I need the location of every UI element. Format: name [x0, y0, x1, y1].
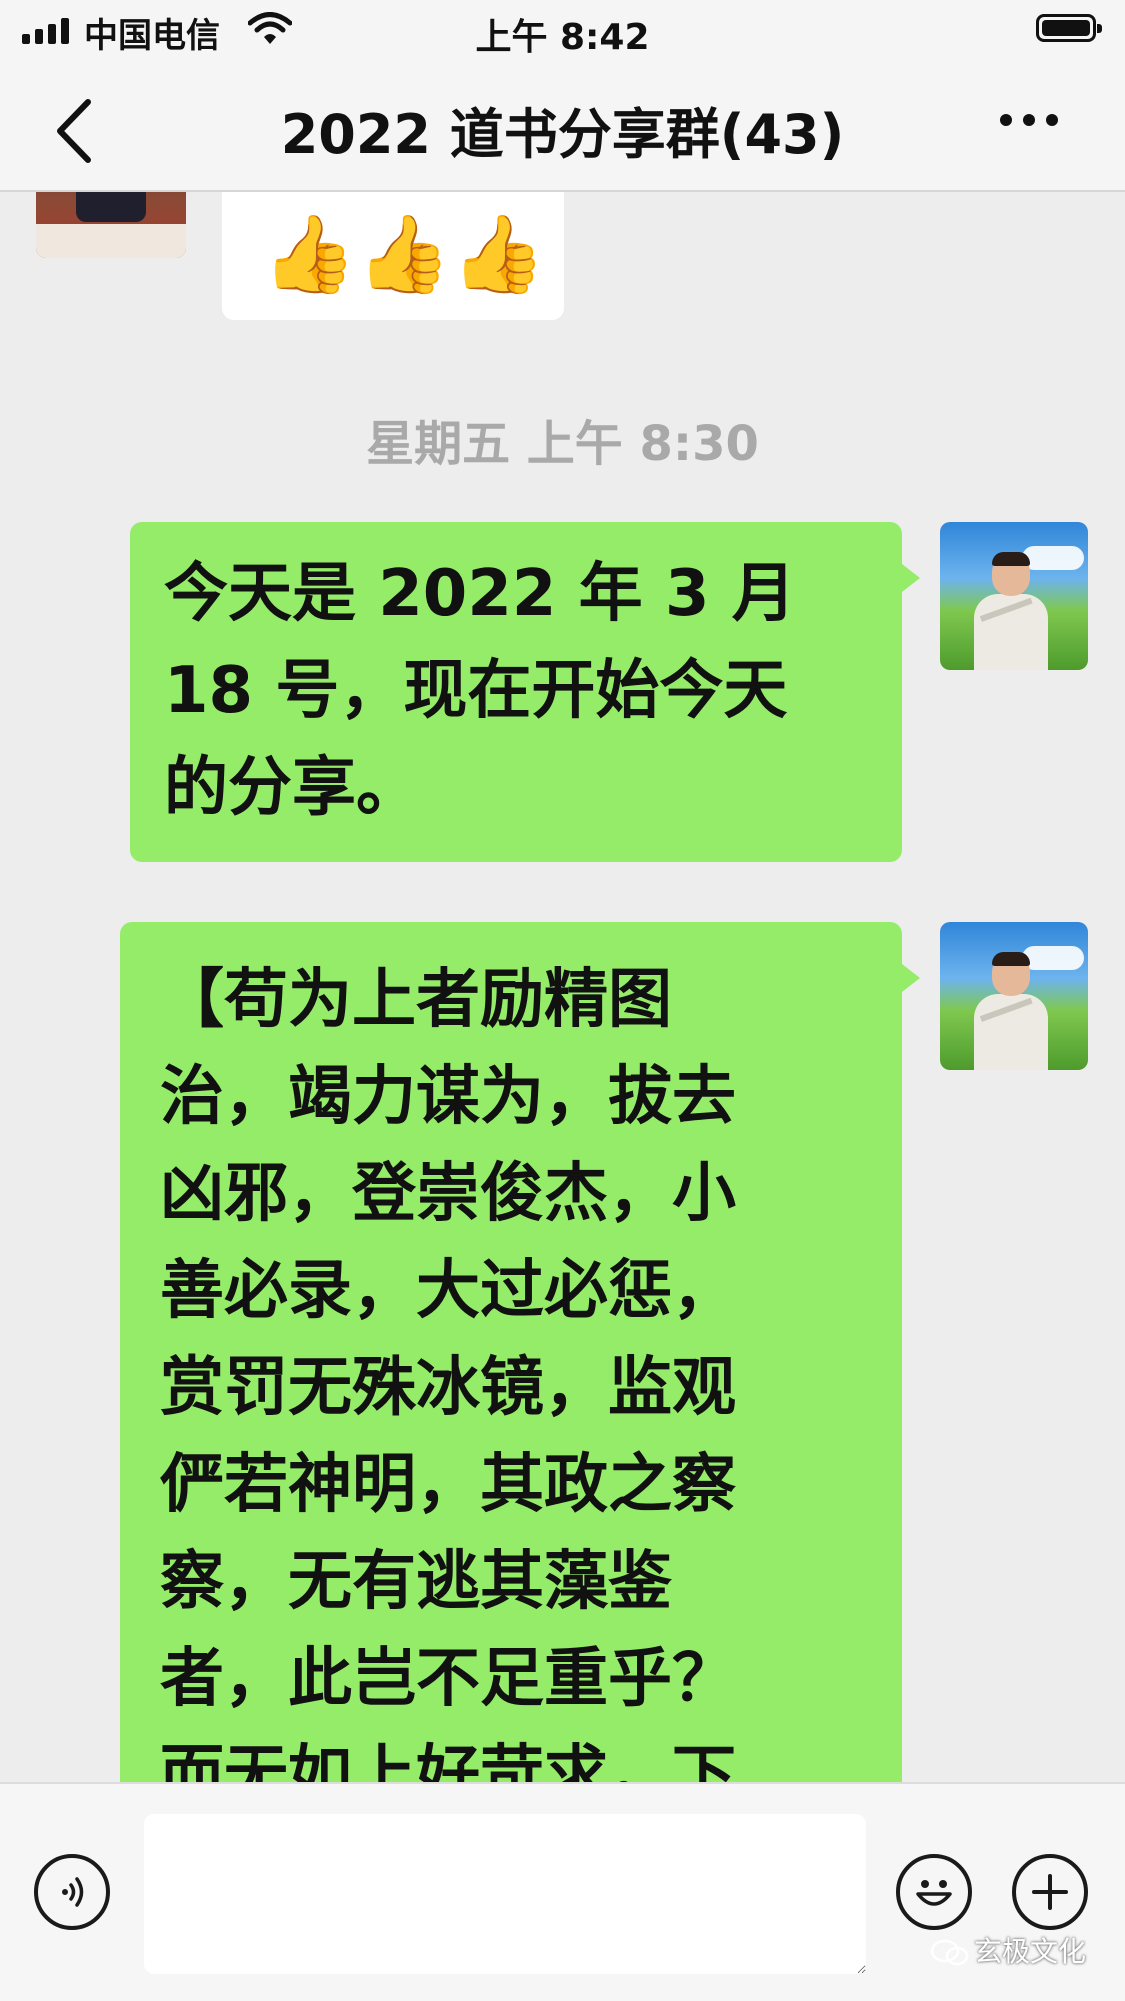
- message-text: 今天是 2022 年 3 月 18 号，现在开始今天 的分享。: [164, 557, 796, 825]
- nav-bar: 2022 道书分享群(43): [0, 62, 1125, 192]
- plus-icon: [1032, 1874, 1068, 1910]
- wechat-icon: [930, 1939, 969, 1966]
- emoji-button[interactable]: [896, 1854, 972, 1930]
- voice-button[interactable]: [34, 1854, 110, 1930]
- message-bubble-received[interactable]: 👍👍👍: [222, 192, 564, 320]
- chat-area[interactable]: 👍👍👍 星期五 上午 8:30 今天是 2022 年 3 月 18 号，现在开始…: [0, 192, 1125, 1782]
- message-timestamp: 星期五 上午 8:30: [366, 416, 759, 472]
- page-title: 2022 道书分享群(43): [280, 103, 845, 166]
- voice-icon: [62, 1877, 84, 1907]
- message-text: 【苟为上者励精图 治，竭力谋为，拔去 凶邪，登崇俊杰，小 善必录，大过必惩， 赏…: [160, 963, 736, 1782]
- watermark: 玄极文化: [930, 1930, 1086, 1970]
- status-time: 上午 8:42: [475, 17, 650, 58]
- thumbs-up-emoji: 👍👍👍: [262, 209, 546, 298]
- emoji-icon: [916, 1880, 952, 1906]
- more-dots-icon[interactable]: [1000, 114, 1058, 126]
- plus-button[interactable]: [1012, 1854, 1088, 1930]
- status-bar: 中国电信 上午 8:42: [0, 0, 1125, 62]
- avatar[interactable]: [36, 192, 186, 258]
- watermark-text: 玄极文化: [974, 1935, 1087, 1968]
- avatar[interactable]: [940, 522, 1088, 670]
- battery-icon: [1036, 14, 1102, 42]
- message-bubble-sent[interactable]: 今天是 2022 年 3 月 18 号，现在开始今天 的分享。: [130, 522, 920, 862]
- message-input[interactable]: [144, 1814, 866, 1974]
- message-bubble-sent[interactable]: 【苟为上者励精图 治，竭力谋为，拔去 凶邪，登崇俊杰，小 善必录，大过必惩， 赏…: [120, 922, 920, 1782]
- avatar[interactable]: [940, 922, 1088, 1070]
